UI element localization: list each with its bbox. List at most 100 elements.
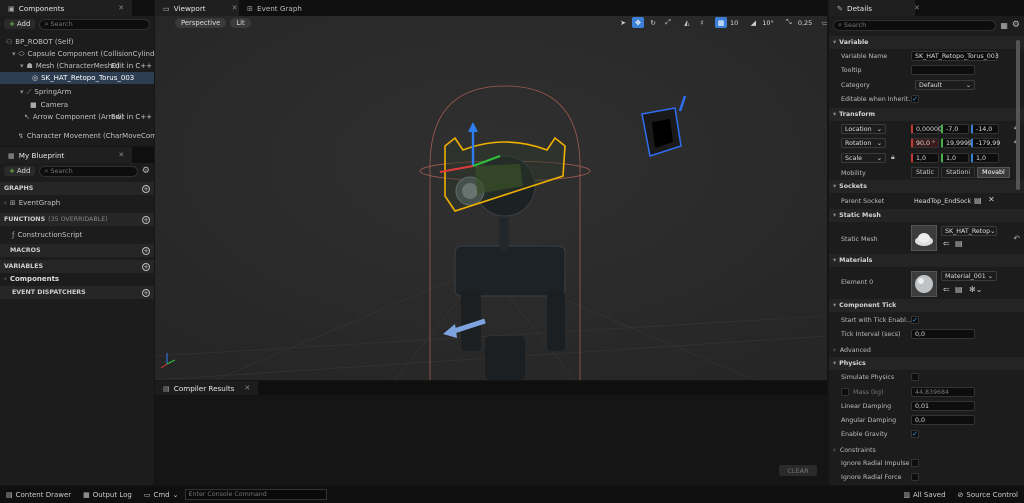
expand-icon[interactable]: ▾ (12, 50, 16, 58)
scale-x[interactable]: 1,0 (911, 153, 939, 163)
material-dropdown[interactable]: Material_001 ⌄ (941, 271, 997, 281)
tree-item-mesh[interactable]: ▾ ☗ Mesh (CharacterMesh0) Edit in C++ (0, 61, 154, 71)
use-selected-icon[interactable]: ⇐ (943, 285, 950, 294)
browse-socket-icon[interactable]: ▤ (974, 196, 982, 205)
tab-compiler-results[interactable]: ▤ Compiler Results ✕ (155, 381, 259, 395)
simulate-physics-checkbox[interactable] (911, 373, 919, 381)
add-blueprint-item-button[interactable]: + Add (4, 166, 36, 176)
add-graph-icon[interactable]: + (142, 184, 150, 193)
ignore-impulse-checkbox[interactable] (911, 459, 919, 467)
tab-event-graph[interactable]: ⊞ Event Graph (239, 0, 310, 16)
section-event-dispatchers[interactable]: EVENT DISPATCHERS + (0, 286, 154, 299)
blueprint-search[interactable]: ⌕ (39, 165, 138, 177)
variable-name-field[interactable]: SK_HAT_Retopo_Torus_003 (911, 51, 999, 61)
mass-field[interactable]: 44,839684 (911, 387, 975, 397)
linear-damping-field[interactable]: 0,01 (911, 401, 975, 411)
tab-details[interactable]: ✎ Details ✕ (829, 0, 920, 16)
rotation-x[interactable]: 90,0 ° (911, 138, 939, 148)
location-dropdown[interactable]: Location ⌄ (841, 124, 886, 134)
close-icon[interactable]: ✕ (232, 4, 238, 12)
gear-icon[interactable]: ⚙ (1012, 20, 1020, 30)
tooltip-field[interactable] (911, 65, 975, 75)
add-component-button[interactable]: + Add (4, 19, 36, 29)
rotation-snap-icon[interactable]: ◢ (747, 17, 759, 28)
expand-icon[interactable]: › (833, 346, 836, 354)
rotation-snap-value[interactable]: 10° (762, 19, 774, 27)
expand-icon[interactable]: › (4, 275, 7, 283)
section-variables[interactable]: VARIABLES + (0, 260, 154, 273)
lit-button[interactable]: Lit (230, 18, 251, 28)
start-tick-checkbox[interactable]: ✓ (911, 316, 919, 324)
section-macros[interactable]: MACROS + (0, 244, 154, 257)
material-thumbnail[interactable] (911, 271, 937, 297)
collapse-icon[interactable]: ▾ (833, 302, 836, 309)
clear-socket-icon[interactable]: ✕ (988, 195, 995, 204)
tree-item-springarm[interactable]: ▾ ⟋ SpringArm (0, 87, 154, 97)
grid-snap-icon[interactable]: ▦ (715, 17, 727, 28)
ignore-force-checkbox[interactable] (911, 473, 919, 481)
surface-snap-icon[interactable]: ♯ (696, 17, 708, 28)
section-materials[interactable]: ▾ Materials (829, 254, 1024, 267)
clear-button[interactable]: CLEAR (779, 465, 817, 476)
close-icon[interactable]: ✕ (914, 4, 920, 12)
scale-icon[interactable]: ⤢ (662, 17, 674, 28)
scale-dropdown[interactable]: Scale ⌄ (841, 153, 886, 163)
tree-item-hat-selected[interactable]: ◎ SK_HAT_Retopo_Torus_003 (0, 72, 154, 84)
section-transform[interactable]: ▾ Transform (829, 108, 1024, 121)
category-dropdown[interactable]: Default ⌄ (915, 80, 975, 90)
item-event-graph[interactable]: › ⊞ EventGraph (0, 198, 154, 208)
blueprint-search-input[interactable] (50, 167, 137, 175)
rotate-icon[interactable]: ↻ (647, 17, 659, 28)
gear-icon[interactable]: ⚙ (142, 166, 150, 176)
mobility-static[interactable]: Static (911, 167, 940, 178)
details-search[interactable]: ⌕ (833, 19, 997, 31)
location-x[interactable]: 0,00000 (911, 124, 942, 134)
details-scrollbar[interactable] (1016, 40, 1020, 190)
perspective-button[interactable]: Perspective (175, 18, 227, 28)
collapse-icon[interactable]: ▾ (833, 257, 836, 264)
section-functions[interactable]: FUNCTIONS (35 OVERRIDABLE) + (0, 213, 154, 226)
all-saved-button[interactable]: ▥ All Saved (897, 491, 951, 499)
enable-gravity-checkbox[interactable]: ✓ (911, 430, 919, 438)
details-search-input[interactable] (843, 21, 996, 29)
add-function-icon[interactable]: + (142, 215, 150, 224)
section-sockets[interactable]: ▾ Sockets (829, 180, 1024, 193)
editable-checkbox[interactable]: ✓ (911, 95, 919, 103)
section-variable[interactable]: ▾ Variable (829, 36, 1024, 49)
camera-speed-icon[interactable]: ▭ (819, 17, 827, 28)
section-static-mesh[interactable]: ▾ Static Mesh (829, 209, 1024, 222)
add-dispatcher-icon[interactable]: + (142, 288, 150, 297)
property-matrix-icon[interactable]: ▦ (1000, 21, 1008, 30)
expand-icon[interactable]: › (4, 199, 7, 207)
expand-icon[interactable]: › (833, 446, 836, 454)
reset-icon[interactable]: ↶ (1013, 234, 1020, 243)
collapse-icon[interactable]: ▾ (833, 39, 836, 46)
components-search[interactable]: ⌕ (39, 18, 150, 30)
browse-asset-icon[interactable]: ▤ (955, 239, 963, 248)
browse-asset-icon[interactable]: ▤ (955, 285, 963, 294)
close-icon[interactable]: ✕ (118, 4, 124, 12)
tick-interval-field[interactable]: 0,0 (911, 329, 975, 339)
item-construction-script[interactable]: ƒ ConstructionScript (0, 230, 154, 240)
mobility-stationary[interactable]: Stationi (941, 167, 976, 178)
material-options-icon[interactable]: ✻⌄ (969, 285, 982, 294)
viewport-canvas[interactable]: Perspective Lit ➤ ✥ ↻ ⤢ ◭ ♯ ▦ 10 ◢ 10° ⤡… (155, 16, 827, 380)
source-control-button[interactable]: ⊘ Source Control (952, 491, 1024, 499)
tab-components[interactable]: ▣ Components ✕ (0, 0, 133, 16)
location-y[interactable]: -7,0 (941, 124, 969, 134)
scale-y[interactable]: 1,0 (941, 153, 969, 163)
grid-snap-value[interactable]: 10 (730, 19, 738, 27)
use-selected-icon[interactable]: ⇐ (943, 239, 950, 248)
rotation-dropdown[interactable]: Rotation ⌄ (841, 138, 886, 148)
add-variable-icon[interactable]: + (142, 262, 150, 271)
tree-item-arrow[interactable]: ↖ Arrow Component (Arrow) Edit in C++ (0, 112, 154, 122)
tab-my-blueprint[interactable]: ▦ My Blueprint ✕ (0, 147, 133, 163)
mobility-movable[interactable]: Movabl (977, 167, 1010, 178)
angular-damping-field[interactable]: 0,0 (911, 415, 975, 425)
section-graphs[interactable]: GRAPHS + (0, 182, 154, 195)
tree-item-camera[interactable]: ■ Camera (0, 100, 154, 110)
static-mesh-dropdown[interactable]: SK_HAT_Retop ⌄ (941, 226, 997, 236)
cmd-dropdown[interactable]: ▭ Cmd ⌄ (138, 491, 185, 499)
close-icon[interactable]: ✕ (118, 151, 124, 159)
section-physics[interactable]: ▾ Physics (829, 357, 1024, 370)
